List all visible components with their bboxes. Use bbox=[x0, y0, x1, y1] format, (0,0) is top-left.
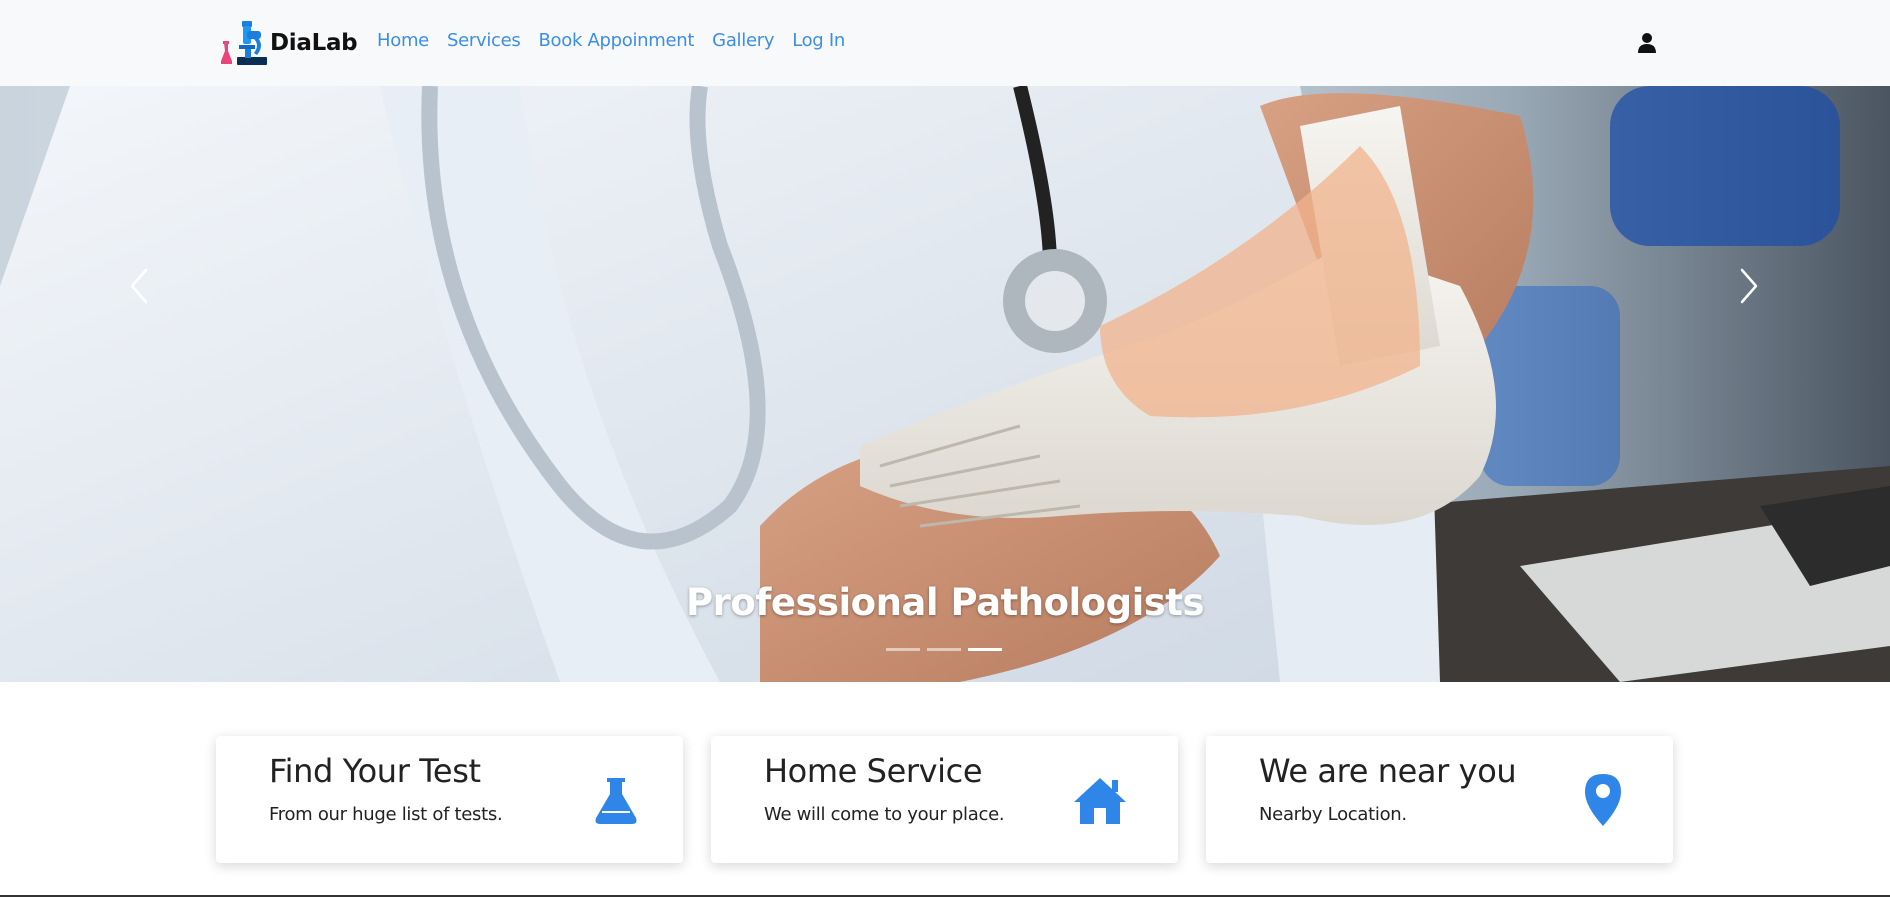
carousel-next-chevron-right-icon[interactable] bbox=[1720, 256, 1780, 316]
feature-card-home-service[interactable]: Home Service We will come to your place. bbox=[711, 736, 1178, 863]
hero-carousel: Professional Pathologists bbox=[0, 86, 1890, 682]
feature-card-title: We are near you bbox=[1259, 752, 1517, 790]
nav-gallery[interactable]: Gallery bbox=[712, 30, 774, 51]
feature-card-title: Find Your Test bbox=[269, 752, 481, 790]
carousel-indicator-1[interactable] bbox=[886, 648, 920, 651]
flask-icon bbox=[595, 778, 637, 824]
microscope-logo-icon bbox=[221, 21, 267, 65]
feature-card-text: We will come to your place. bbox=[764, 804, 1005, 825]
map-marker-icon bbox=[1585, 774, 1621, 826]
carousel-caption: Professional Pathologists bbox=[685, 581, 1205, 624]
home-icon bbox=[1074, 778, 1126, 824]
brand[interactable]: DiaLab bbox=[221, 19, 358, 67]
feature-card-find-test[interactable]: Find Your Test From our huge list of tes… bbox=[216, 736, 683, 863]
feature-card-title: Home Service bbox=[764, 752, 983, 790]
carousel-indicators bbox=[886, 648, 1009, 651]
feature-card-near-you[interactable]: We are near you Nearby Location. bbox=[1206, 736, 1673, 863]
brand-name: DiaLab bbox=[270, 30, 358, 56]
feature-card-text: From our huge list of tests. bbox=[269, 804, 503, 825]
nav-book-appointment[interactable]: Book Appoinment bbox=[538, 30, 694, 51]
carousel-indicator-2[interactable] bbox=[927, 648, 961, 651]
feature-card-text: Nearby Location. bbox=[1259, 804, 1407, 825]
navbar: DiaLab Home Services Book Appoinment Gal… bbox=[0, 0, 1890, 86]
nav-services[interactable]: Services bbox=[447, 30, 521, 51]
nav-links: Home Services Book Appoinment Gallery Lo… bbox=[377, 30, 863, 51]
carousel-prev-chevron-left-icon[interactable] bbox=[108, 256, 168, 316]
user-icon[interactable] bbox=[1636, 32, 1658, 54]
nav-home[interactable]: Home bbox=[377, 30, 429, 51]
carousel-indicator-3[interactable] bbox=[968, 648, 1002, 651]
nav-log-in[interactable]: Log In bbox=[792, 30, 845, 51]
